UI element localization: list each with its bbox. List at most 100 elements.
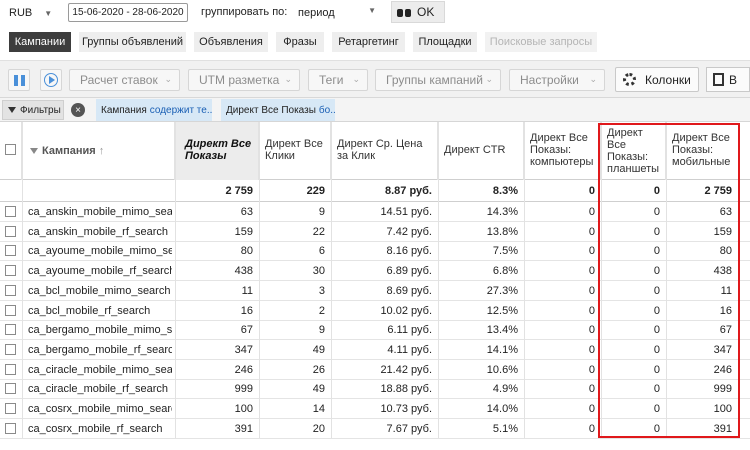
campaign-name-link[interactable]: ca_ciracle_mobile_rf_search (22, 379, 172, 399)
row-checkbox[interactable] (5, 284, 16, 296)
tab-search-queries[interactable]: Поисковые запросы (485, 32, 597, 52)
cell-impressions: 80 (240, 245, 253, 258)
select-all-checkbox[interactable] (5, 144, 16, 155)
export-button[interactable]: В (706, 67, 750, 92)
row-checkbox[interactable] (5, 265, 16, 277)
filters-label: Фильтры (20, 104, 61, 116)
campaign-name-link[interactable]: ca_anskin_mobile_rf_search (22, 222, 172, 242)
cell-tablet: 0 (653, 403, 660, 415)
row-checkbox[interactable] (5, 422, 16, 434)
campaign-name-link[interactable]: ca_ayoume_mobile_rf_search (22, 261, 172, 281)
bid-calc-dropdown[interactable]: Расчет ставок ⌄ (69, 69, 180, 91)
col-impressions-header[interactable]: Директ Все Показы (175, 122, 259, 180)
row-checkbox[interactable] (5, 245, 16, 257)
table-row[interactable]: ca_bcl_mobile_mimo_search 11 3 8.69 руб. 27.… (0, 281, 750, 301)
total-cpc: 8.87 руб. (384, 185, 432, 197)
cell-mobile: 246 (713, 363, 732, 376)
ok-button[interactable]: OK (391, 1, 445, 23)
col-tablet-label: Директ Все Показы: планшеты (607, 127, 660, 175)
tab-campaigns[interactable]: Кампании (9, 32, 71, 52)
campaign-name-link[interactable]: ca_bergamo_mobile_mimo_search (22, 320, 172, 340)
col-desktop-header[interactable]: Директ Все Показы: компьютеры (524, 122, 601, 180)
table-row[interactable]: ca_cosrx_mobile_rf_search 391 20 7.67 руб. 5… (0, 419, 750, 439)
tab-ads[interactable]: Объявления (194, 32, 268, 52)
cell-impressions: 100 (234, 403, 253, 415)
table-row[interactable]: ca_ciracle_mobile_rf_search 999 49 18.88 ру… (0, 379, 750, 400)
campaign-name-link[interactable]: ca_bcl_mobile_mimo_search (22, 281, 172, 301)
table-row[interactable]: ca_ciracle_mobile_mimo_search 246 26 21.42 … (0, 360, 750, 380)
columns-button[interactable]: Колонки (615, 67, 699, 92)
cell-desktop: 0 (588, 403, 595, 415)
pause-button[interactable] (8, 69, 30, 91)
table-row[interactable]: ca_bergamo_mobile_mimo_search 67 9 6.11 руб… (0, 320, 750, 341)
campaign-name-link[interactable]: ca_ciracle_mobile_mimo_search (22, 360, 172, 380)
cell-ctr: 14.3% (486, 206, 518, 218)
col-clicks-header[interactable]: Директ Все Клики (259, 122, 331, 180)
row-checkbox[interactable] (5, 304, 16, 316)
campaign-name-link[interactable]: ca_anskin_mobile_mimo_search (22, 202, 172, 222)
campaign-name-link[interactable]: ca_ayoume_mobile_mimo_search (22, 241, 172, 261)
funnel-icon (30, 148, 38, 154)
cell-clicks: 9 (318, 206, 325, 218)
campaign-groups-dropdown[interactable]: Группы кампаний ⌄ (375, 69, 501, 91)
funnel-icon (8, 107, 16, 113)
table-header: Кампания ↑ Директ Все Показы Директ Все … (0, 122, 750, 180)
campaign-name-link[interactable]: ca_bcl_mobile_rf_search (22, 301, 172, 321)
row-checkbox[interactable] (5, 383, 16, 395)
settings-dropdown[interactable]: Настройки ⌄ (509, 69, 605, 91)
campaign-name-link[interactable]: ca_bergamo_mobile_rf_search (22, 340, 172, 360)
cell-tablet: 0 (653, 383, 660, 396)
cell-cpc: 6.89 руб. (386, 265, 432, 278)
total-tablet: 0 (653, 185, 660, 197)
campaign-name-link[interactable]: ca_cosrx_mobile_mimo_search (22, 399, 172, 419)
row-checkbox[interactable] (5, 225, 16, 237)
campaign-name-link[interactable]: ca_cosrx_mobile_rf_search (22, 419, 172, 439)
row-checkbox[interactable] (5, 343, 16, 355)
group-by-select[interactable]: период ▼ (296, 3, 380, 22)
filters-button[interactable]: Фильтры (2, 100, 64, 120)
tab-ad-groups[interactable]: Группы объявлений (79, 32, 186, 52)
row-checkbox[interactable] (5, 363, 16, 375)
tab-retargeting[interactable]: Ретаргетинг (332, 32, 405, 52)
tab-placements[interactable]: Площадки (413, 32, 477, 52)
cell-tablet: 0 (653, 284, 660, 297)
col-campaign-header[interactable]: Кампания ↑ (22, 122, 175, 180)
table-row[interactable]: ca_bcl_mobile_rf_search 16 2 10.02 руб. 12.5… (0, 301, 750, 321)
total-desktop: 0 (588, 185, 595, 197)
row-select-cell (0, 360, 22, 380)
col-tablet-header[interactable]: Директ Все Показы: планшеты (601, 122, 666, 180)
tags-dropdown[interactable]: Теги ⌄ (308, 69, 368, 91)
totals-row: 2 759 229 8.87 руб. 8.3% 0 0 2 759 (0, 180, 750, 202)
row-checkbox[interactable] (5, 324, 16, 336)
col-mobile-header[interactable]: Директ Все Показы: мобильные (666, 122, 738, 180)
tab-phrases[interactable]: Фразы (276, 32, 324, 52)
select-all-cell (0, 122, 22, 180)
utm-dropdown[interactable]: UTM разметка ⌄ (188, 69, 300, 91)
cell-cpc: 7.67 руб. (386, 422, 432, 435)
col-cpc-header[interactable]: Директ Ср. Цена за Клик (331, 122, 438, 180)
table-row[interactable]: ca_bergamo_mobile_rf_search 347 49 4.11 руб… (0, 340, 750, 360)
table-row[interactable]: ca_cosrx_mobile_mimo_search 100 14 10.73 ру… (0, 399, 750, 419)
currency-value: RUB (9, 7, 33, 19)
currency-select[interactable]: RUB ▼ (9, 5, 59, 21)
clear-filters-button[interactable]: × (71, 103, 85, 117)
row-checkbox[interactable] (5, 403, 16, 414)
filter-chip-impressions[interactable]: Директ Все Показы бо... (221, 99, 335, 121)
total-mobile: 2 759 (704, 185, 732, 197)
date-range-picker[interactable]: 15-06-2020 - 28-06-2020 (68, 3, 188, 22)
col-ctr-header[interactable]: Директ CTR (438, 122, 524, 180)
table-row[interactable]: ca_ayoume_mobile_rf_search 438 30 6.89 руб.… (0, 261, 750, 282)
row-select-cell (0, 241, 22, 261)
grid-line (259, 122, 260, 438)
chevron-down-icon: ▼ (44, 8, 53, 18)
table-row[interactable]: ca_anskin_mobile_rf_search 159 22 7.42 руб.… (0, 222, 750, 242)
row-checkbox[interactable] (5, 206, 16, 217)
table-row[interactable]: ca_anskin_mobile_mimo_search 63 9 14.51 руб… (0, 202, 750, 222)
row-select-cell (0, 222, 22, 242)
play-button[interactable] (40, 69, 62, 91)
filter-chip-condition: бо... (318, 104, 335, 116)
play-icon (44, 73, 58, 87)
filter-chip-campaign[interactable]: Кампания содержит те... (96, 99, 212, 121)
binoculars-icon (397, 7, 411, 17)
table-row[interactable]: ca_ayoume_mobile_mimo_search 80 6 8.16 руб.… (0, 241, 750, 262)
